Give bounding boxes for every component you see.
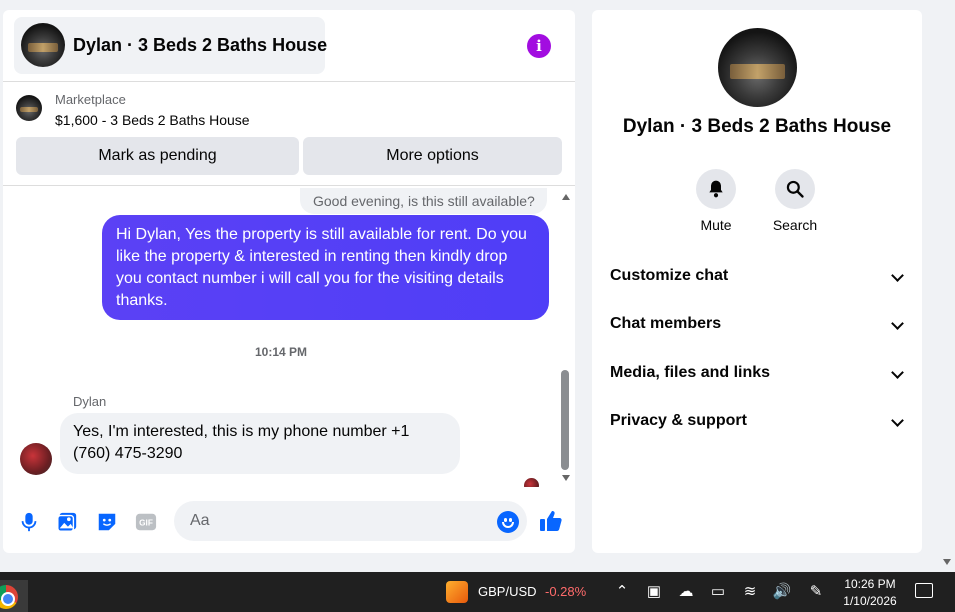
previous-message: Good evening, is this still available? bbox=[300, 188, 547, 214]
search-action[interactable]: Search bbox=[765, 169, 825, 233]
profile-avatar[interactable] bbox=[718, 28, 797, 107]
mute-action[interactable]: Mute bbox=[686, 169, 746, 233]
chevron-down-icon bbox=[891, 317, 904, 330]
message-scrollbar-thumb[interactable] bbox=[561, 370, 569, 470]
outgoing-message: Hi Dylan, Yes the property is still avai… bbox=[102, 215, 549, 320]
photo-icon[interactable] bbox=[56, 511, 78, 533]
search-label: Search bbox=[772, 217, 818, 233]
page-scrollbar[interactable] bbox=[940, 0, 955, 570]
profile-name: Dylan · 3 Beds 2 Baths House bbox=[622, 116, 892, 137]
notification-icon[interactable] bbox=[915, 583, 933, 598]
system-clock[interactable]: 10:26 PM 1/10/2026 bbox=[838, 576, 902, 610]
wifi-icon[interactable]: ≋ bbox=[740, 582, 760, 600]
chevron-down-icon bbox=[891, 269, 904, 282]
incoming-message: Yes, I'm interested, this is my phone nu… bbox=[60, 413, 460, 474]
svg-text:GIF: GIF bbox=[139, 519, 153, 528]
chevron-down-icon bbox=[891, 366, 904, 379]
marketplace-label: Marketplace bbox=[55, 92, 126, 107]
section-label: Chat members bbox=[610, 315, 722, 332]
conversation-title: Dylan · 3 Beds 2 Baths House bbox=[73, 35, 328, 55]
sender-name: Dylan bbox=[73, 394, 107, 409]
microphone-icon[interactable] bbox=[18, 511, 40, 533]
section-label: Media, files and links bbox=[610, 364, 771, 381]
section-media-files-links[interactable]: Media, files and links bbox=[610, 364, 906, 394]
webcam-icon[interactable]: ▣ bbox=[644, 582, 664, 600]
composer: GIF Aa bbox=[3, 497, 575, 553]
page-scroll-down-arrow[interactable] bbox=[943, 559, 951, 565]
sticker-icon[interactable] bbox=[96, 511, 118, 533]
volume-icon[interactable]: 🔊 bbox=[772, 582, 792, 600]
message-list: Good evening, is this still available? H… bbox=[3, 187, 575, 487]
conversation-info-panel: Dylan · 3 Beds 2 Baths House Mute Search… bbox=[592, 10, 922, 553]
thumbs-up-icon[interactable] bbox=[539, 509, 563, 533]
chat-header: Dylan · 3 Beds 2 Baths House i bbox=[3, 10, 575, 82]
marketplace-banner: Marketplace $1,600 - 3 Beds 2 Baths Hous… bbox=[3, 82, 575, 186]
sender-avatar[interactable] bbox=[20, 443, 52, 475]
section-label: Privacy & support bbox=[610, 412, 747, 429]
info-icon[interactable]: i bbox=[527, 34, 551, 58]
emoji-icon[interactable] bbox=[497, 511, 519, 533]
conversation-title-button[interactable]: Dylan · 3 Beds 2 Baths House bbox=[14, 17, 328, 74]
section-customize-chat[interactable]: Customize chat bbox=[610, 267, 906, 297]
more-options-button[interactable]: More options bbox=[303, 137, 562, 175]
chevron-up-icon[interactable]: ⌃ bbox=[612, 582, 632, 600]
stock-ticker-icon[interactable] bbox=[446, 581, 468, 603]
scroll-down-arrow[interactable] bbox=[562, 475, 570, 481]
message-timestamp: 10:14 PM bbox=[254, 345, 308, 359]
message-input[interactable]: Aa bbox=[174, 501, 527, 541]
bell-icon bbox=[709, 180, 723, 198]
clock-date: 1/10/2026 bbox=[843, 594, 897, 608]
scroll-up-arrow[interactable] bbox=[562, 194, 570, 200]
gif-icon[interactable]: GIF bbox=[135, 511, 157, 533]
section-privacy-support[interactable]: Privacy & support bbox=[610, 412, 906, 442]
mark-as-pending-button[interactable]: Mark as pending bbox=[16, 137, 299, 175]
battery-icon[interactable]: ▭ bbox=[708, 582, 728, 600]
chat-panel: Dylan · 3 Beds 2 Baths House i Marketpla… bbox=[3, 10, 575, 553]
pen-icon[interactable]: ✎ bbox=[806, 582, 826, 600]
chrome-taskbar-icon[interactable] bbox=[0, 580, 28, 612]
taskbar: GBP/USD -0.28% ⌃ ▣ ☁ ▭ ≋ 🔊 ✎ 10:26 PM 1/… bbox=[0, 572, 955, 612]
cloud-offline-icon[interactable]: ☁ bbox=[676, 582, 696, 600]
listing-title[interactable]: $1,600 - 3 Beds 2 Baths House bbox=[55, 112, 250, 128]
listing-thumbnail[interactable] bbox=[16, 95, 42, 121]
section-label: Customize chat bbox=[610, 267, 729, 284]
conversation-avatar bbox=[21, 23, 65, 67]
mute-label: Mute bbox=[700, 217, 732, 233]
clock-time: 10:26 PM bbox=[844, 577, 896, 591]
search-icon bbox=[786, 180, 804, 198]
read-receipt-avatar bbox=[524, 478, 539, 487]
chevron-down-icon bbox=[891, 414, 904, 427]
ticker-change[interactable]: -0.28% bbox=[545, 584, 586, 599]
ticker-symbol[interactable]: GBP/USD bbox=[478, 584, 537, 599]
section-chat-members[interactable]: Chat members bbox=[610, 315, 906, 345]
